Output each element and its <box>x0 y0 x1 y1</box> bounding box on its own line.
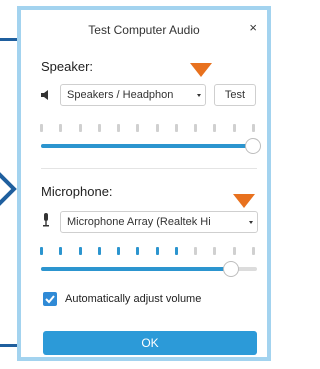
level-segment <box>40 247 43 255</box>
callout-line-bottom <box>0 344 17 347</box>
speaker-volume-thumb[interactable] <box>245 138 261 154</box>
speaker-level-indicator <box>40 124 255 132</box>
level-segment <box>40 124 43 132</box>
section-divider <box>41 168 257 169</box>
dialog-titlebar: Test Computer Audio × <box>21 10 267 48</box>
level-segment <box>194 247 197 255</box>
level-segment <box>252 247 255 255</box>
speaker-test-button[interactable]: Test <box>214 84 256 106</box>
level-segment <box>98 124 101 132</box>
level-segment <box>233 247 236 255</box>
microphone-volume-thumb[interactable] <box>223 261 239 277</box>
level-segment <box>233 124 236 132</box>
microphone-device-value: Microphone Array (Realtek Hi <box>67 216 211 228</box>
speaker-volume-slider[interactable] <box>41 144 257 148</box>
level-segment <box>59 124 62 132</box>
level-segment <box>79 247 82 255</box>
level-segment <box>252 124 255 132</box>
level-segment <box>213 247 216 255</box>
checkmark-icon <box>45 295 55 304</box>
microphone-icon <box>43 213 49 227</box>
callout-chevron-icon <box>0 172 17 206</box>
chevron-down-icon <box>197 94 201 97</box>
callout-arrow-speaker <box>190 63 212 77</box>
speaker-volume-fill <box>41 144 257 148</box>
level-segment <box>156 124 159 132</box>
chevron-down-icon <box>249 221 253 224</box>
level-segment <box>175 247 178 255</box>
level-segment <box>136 124 139 132</box>
microphone-volume-fill <box>41 267 231 271</box>
level-segment <box>59 247 62 255</box>
close-icon[interactable]: × <box>249 21 257 35</box>
level-segment <box>79 124 82 132</box>
auto-adjust-checkbox[interactable] <box>43 292 57 306</box>
level-segment <box>117 247 120 255</box>
level-segment <box>194 124 197 132</box>
speaker-label: Speaker: <box>41 59 94 74</box>
level-segment <box>213 124 216 132</box>
level-segment <box>156 247 159 255</box>
level-segment <box>98 247 101 255</box>
microphone-level-indicator <box>40 247 255 255</box>
ok-button[interactable]: OK <box>43 331 257 355</box>
speaker-device-value: Speakers / Headphon <box>67 89 174 101</box>
auto-adjust-label: Automatically adjust volume <box>65 293 202 305</box>
test-computer-audio-dialog: Test Computer Audio × Speaker: Speakers … <box>17 6 271 361</box>
callout-line-top <box>0 38 17 41</box>
microphone-label: Microphone: <box>41 184 113 199</box>
level-segment <box>117 124 120 132</box>
dialog-title: Test Computer Audio <box>88 23 200 37</box>
level-segment <box>136 247 139 255</box>
microphone-device-select[interactable]: Microphone Array (Realtek Hi <box>60 211 258 233</box>
speaker-device-select[interactable]: Speakers / Headphon <box>60 84 206 106</box>
level-segment <box>175 124 178 132</box>
speaker-icon <box>41 90 48 100</box>
callout-arrow-microphone <box>233 194 255 208</box>
